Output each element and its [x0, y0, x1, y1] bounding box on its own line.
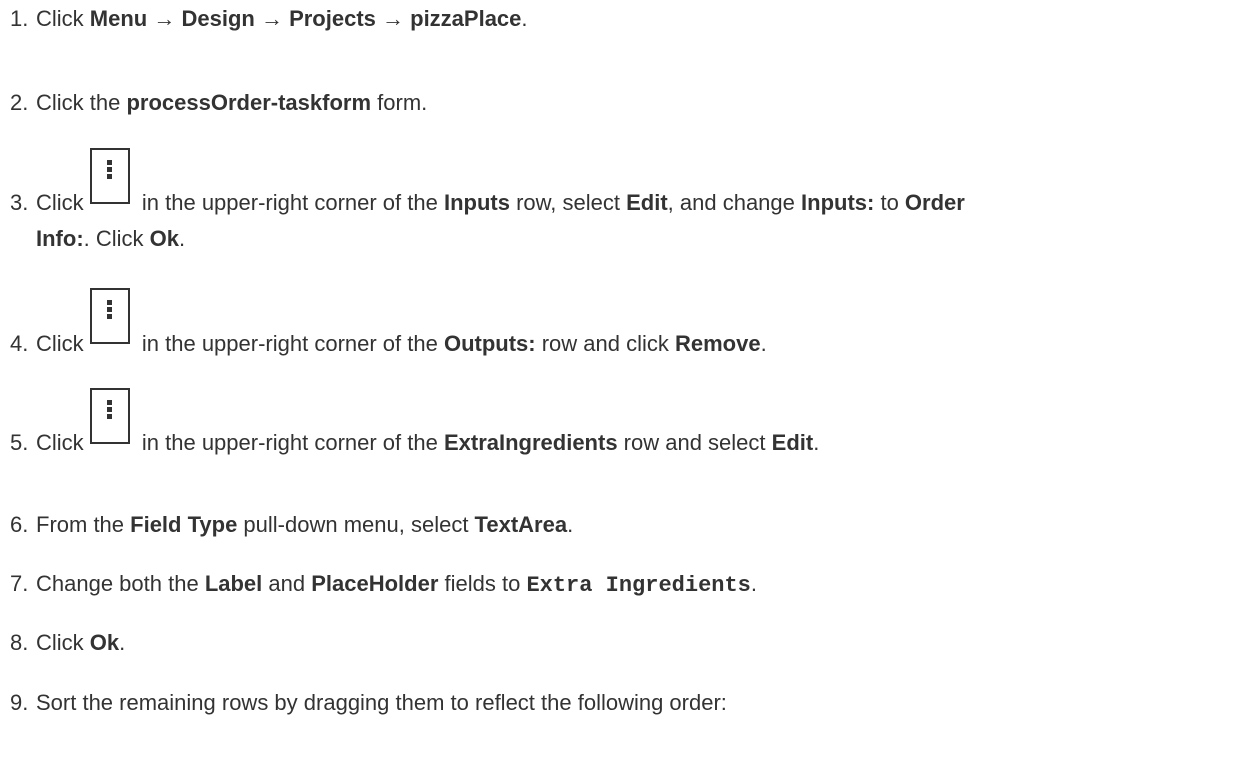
step-number: 9. [10, 690, 29, 715]
step-number: 6. [10, 512, 29, 537]
step-text: Click the processOrder-taskform form. [36, 90, 428, 115]
step-text: Click Ok. [36, 630, 126, 655]
step-number: 2. [10, 90, 29, 115]
step-text: Click in the upper-right corner of the O… [36, 331, 767, 356]
step-number: 5. [10, 430, 29, 455]
step-text: Click in the upper-right corner of the I… [36, 190, 965, 215]
code-value: Extra Ingredients [526, 573, 751, 598]
step-text: Sort the remaining rows by dragging them… [36, 690, 727, 715]
step-number: 7. [10, 571, 29, 596]
step-number: 1. [10, 6, 29, 31]
step-text: Click Menu → Design → Projects → pizzaPl… [36, 6, 528, 31]
step-number: 4. [10, 331, 29, 356]
step-number: 3. [10, 190, 29, 215]
step-text: Change both the Label and PlaceHolder fi… [36, 571, 757, 598]
step-number: 8. [10, 630, 29, 655]
step-text: Click in the upper-right corner of the E… [36, 430, 820, 455]
step-text: From the Field Type pull-down menu, sele… [36, 512, 574, 537]
step-text: Info:. Click Ok. [36, 226, 186, 251]
